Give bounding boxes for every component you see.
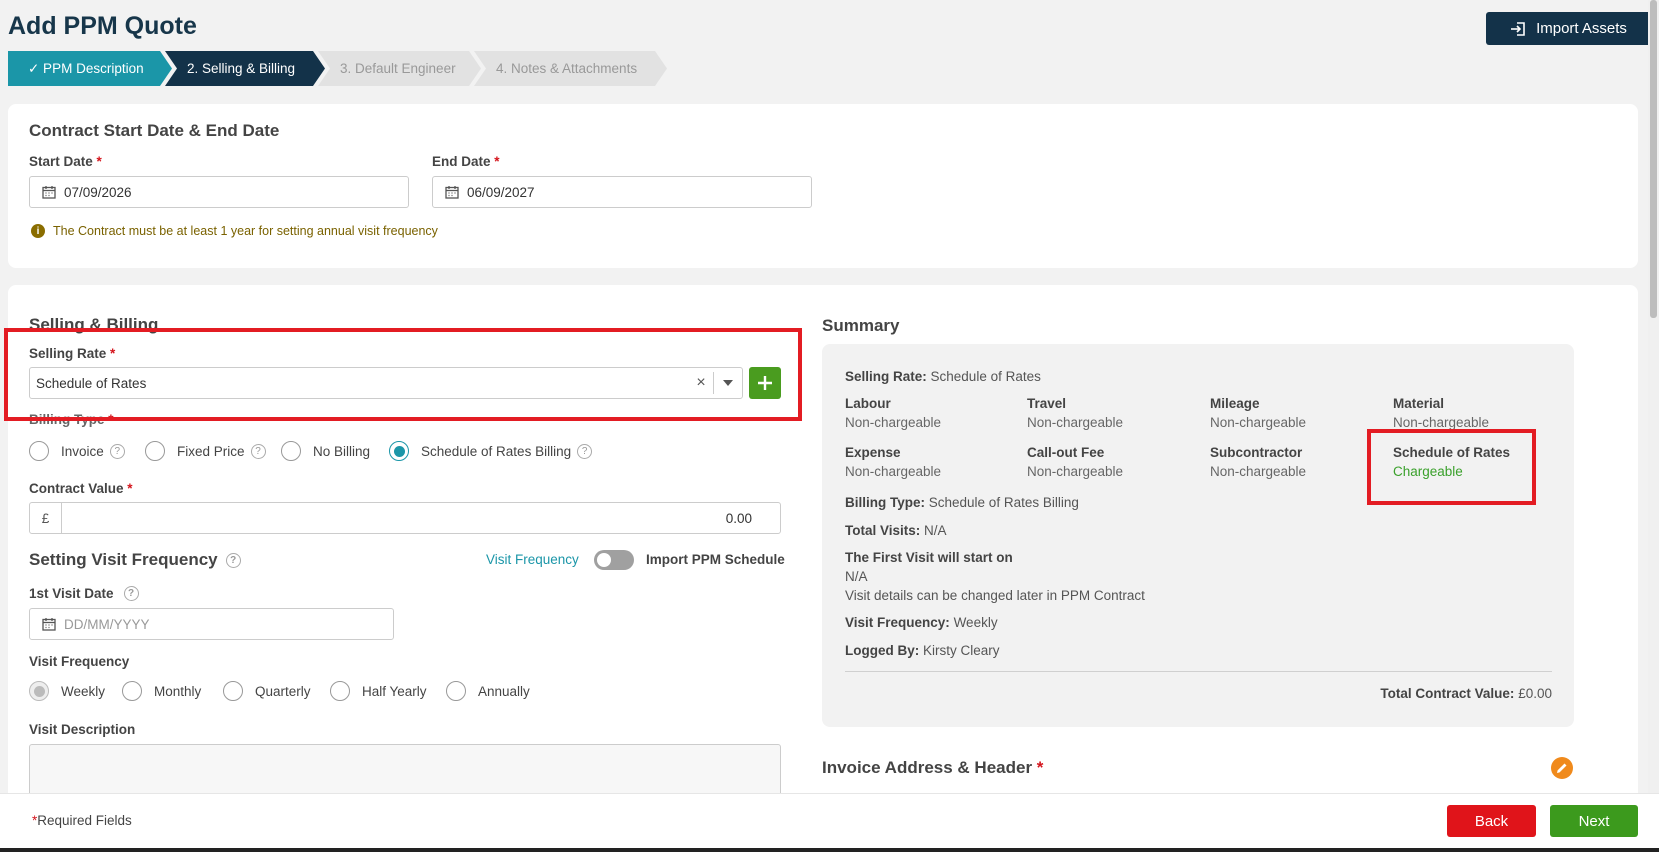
contract-value-label: Contract Value * [29, 481, 133, 496]
import-icon [1511, 21, 1525, 36]
summary-selling-rate: Selling Rate: Schedule of Rates [845, 369, 1041, 384]
radio[interactable] [446, 681, 466, 701]
calendar-icon [445, 186, 459, 199]
billing-option-fixed-price[interactable]: Fixed Price? [145, 441, 266, 461]
help-icon[interactable]: ? [250, 443, 266, 459]
info-icon: i [31, 224, 45, 238]
step-label: 2. Selling & Billing [187, 61, 296, 76]
back-button[interactable]: Back [1447, 805, 1536, 837]
scrollbar-thumb[interactable] [1650, 0, 1657, 318]
contract-value: 0.00 [725, 510, 752, 526]
footer-bar [0, 793, 1659, 852]
help-icon[interactable]: ? [577, 443, 593, 459]
visit-frequency-toggle-label: Visit Frequency [486, 552, 579, 567]
frequency-option-half-yearly[interactable]: Half Yearly [330, 681, 427, 701]
start-date-label: Start Date * [29, 154, 102, 169]
billing-option-no-billing[interactable]: No Billing [281, 441, 370, 461]
edit-icon[interactable] [1551, 757, 1573, 779]
frequency-option-quarterly[interactable]: Quarterly [223, 681, 311, 701]
radio-selected[interactable] [29, 681, 49, 701]
summary-labour: Labour Non-chargeable [845, 396, 942, 430]
frequency-option-weekly[interactable]: Weekly [29, 681, 105, 701]
help-icon[interactable]: ? [123, 586, 139, 601]
radio[interactable] [281, 441, 301, 461]
import-schedule-toggle[interactable] [594, 550, 634, 570]
summary-total-visits: Total Visits: N/A [845, 523, 947, 538]
summary-first-visit: The First Visit will start on N/A Visit … [845, 550, 1145, 603]
visit-frequency-title: Setting Visit Frequency? [29, 550, 241, 570]
help-icon[interactable]: ? [109, 443, 125, 459]
end-date-value: 06/09/2027 [467, 184, 535, 200]
radio[interactable] [122, 681, 142, 701]
billing-option-schedule-of-rates[interactable]: Schedule of Rates Billing? [389, 441, 593, 461]
first-visit-placeholder: DD/MM/YYYY [64, 616, 150, 632]
step-label: 4. Notes & Attachments [496, 61, 638, 76]
step-label: 3. Default Engineer [340, 61, 456, 76]
summary-subcontractor: Subcontractor Non-chargeable [1210, 445, 1307, 479]
calendar-icon [42, 186, 56, 199]
end-date-input[interactable]: 06/09/2027 [432, 176, 812, 208]
step-ppm-description[interactable]: ✓ PPM Description [8, 51, 172, 86]
summary-material: Material Non-chargeable [1393, 396, 1490, 430]
end-date-label: End Date * [432, 154, 500, 169]
radio[interactable] [330, 681, 350, 701]
summary-call-out-fee: Call-out Fee Non-chargeable [1027, 445, 1124, 479]
summary-billing-type: Billing Type: Schedule of Rates Billing [845, 495, 1079, 510]
first-visit-date-input[interactable]: DD/MM/YYYY [29, 608, 394, 640]
start-date-input[interactable]: 07/09/2026 [29, 176, 409, 208]
visit-frequency-label: Visit Frequency [29, 654, 130, 669]
schedule-of-rates-highlight [1367, 429, 1536, 505]
radio[interactable] [29, 441, 49, 461]
frequency-option-monthly[interactable]: Monthly [122, 681, 201, 701]
start-date-value: 07/09/2026 [64, 184, 132, 200]
calendar-icon [42, 618, 56, 631]
help-icon[interactable]: ? [225, 552, 241, 568]
selling-rate-highlight [4, 328, 802, 421]
summary-travel: Travel Non-chargeable [1027, 396, 1124, 430]
step-selling-billing[interactable]: 2. Selling & Billing [165, 51, 325, 86]
billing-option-invoice[interactable]: Invoice? [29, 441, 125, 461]
bottom-edge [0, 848, 1659, 852]
first-visit-date-label: 1st Visit Date? [29, 586, 139, 601]
contract-length-note: i The Contract must be at least 1 year f… [31, 224, 438, 238]
step-notes-attachments[interactable]: 4. Notes & Attachments [474, 51, 667, 86]
contract-value-input[interactable]: £ 0.00 [29, 502, 781, 534]
summary-total-contract-value: Total Contract Value: £0.00 [1380, 686, 1552, 701]
currency-prefix: £ [30, 503, 62, 533]
radio[interactable] [223, 681, 243, 701]
import-ppm-schedule-label: Import PPM Schedule [646, 552, 785, 567]
visit-description-label: Visit Description [29, 722, 136, 737]
summary-expense: Expense Non-chargeable [845, 445, 942, 479]
frequency-option-annually[interactable]: Annually [446, 681, 530, 701]
page-title: Add PPM Quote [8, 12, 197, 40]
radio-selected[interactable] [389, 441, 409, 461]
visit-description-textarea[interactable] [29, 744, 781, 796]
radio[interactable] [145, 441, 165, 461]
step-label: ✓ PPM Description [28, 60, 144, 76]
contract-dates-title: Contract Start Date & End Date [29, 121, 280, 140]
next-button[interactable]: Next [1550, 805, 1638, 837]
invoice-address-title: Invoice Address & Header * [822, 758, 1044, 777]
summary-visit-frequency: Visit Frequency: Weekly [845, 615, 998, 630]
summary-logged-by: Logged By: Kirsty Cleary [845, 643, 1000, 658]
summary-title: Summary [822, 316, 900, 335]
required-fields-note: *Required Fields [32, 813, 132, 828]
import-assets-button[interactable]: Import Assets [1486, 12, 1651, 45]
summary-mileage: Mileage Non-chargeable [1210, 396, 1307, 430]
step-default-engineer[interactable]: 3. Default Engineer [318, 51, 481, 86]
import-assets-label: Import Assets [1536, 20, 1627, 37]
summary-divider [845, 671, 1552, 672]
